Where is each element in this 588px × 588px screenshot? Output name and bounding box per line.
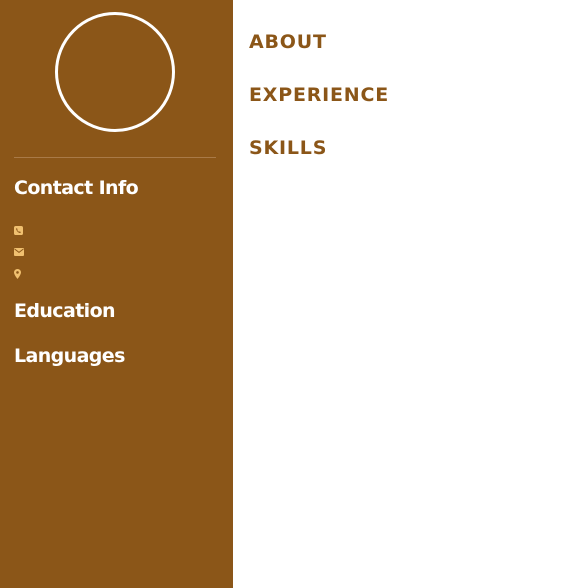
education-heading: Education: [14, 300, 116, 322]
contact-email-row: [14, 246, 26, 258]
map-marker-icon: [14, 269, 21, 279]
experience-heading: EXPERIENCE: [249, 84, 390, 106]
sidebar-divider: [14, 157, 216, 158]
contact-location-row: [14, 268, 26, 280]
profile-photo-frame: [55, 12, 175, 132]
languages-heading: Languages: [14, 345, 125, 367]
contact-info-heading: Contact Info: [14, 177, 139, 199]
contact-phone-row: [14, 224, 26, 236]
resume-page: Contact Info Education Languages ABOUT E…: [0, 0, 588, 588]
envelope-icon: [14, 248, 24, 256]
about-heading: ABOUT: [249, 31, 327, 53]
skills-heading: SKILLS: [249, 137, 328, 159]
phone-icon: [14, 225, 23, 235]
sidebar: Contact Info Education Languages: [0, 0, 233, 588]
